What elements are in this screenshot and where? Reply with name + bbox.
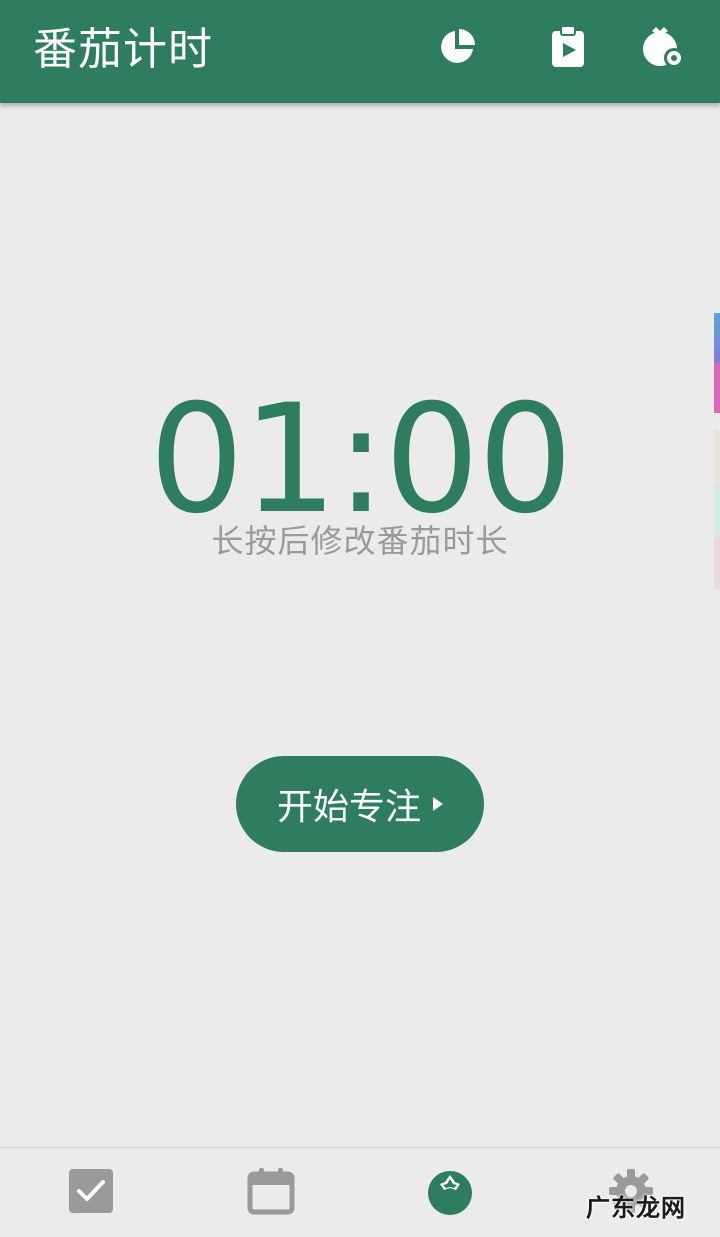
bottom-navigation: 广东龙网: [0, 1147, 720, 1237]
nav-todo[interactable]: [66, 1166, 116, 1216]
watermark: 广东龙网: [586, 1194, 686, 1222]
edge-color-tab[interactable]: [714, 313, 720, 363]
edge-color-tab[interactable]: [714, 363, 720, 413]
pie-chart-icon: [441, 29, 475, 63]
timer-settings-button[interactable]: [640, 22, 686, 72]
start-focus-label: 开始专注: [276, 787, 421, 828]
timer-hint: 长按后修改番茄时长: [211, 522, 509, 560]
start-focus-button[interactable]: 开始专注: [236, 756, 484, 852]
statistics-button[interactable]: [434, 22, 480, 72]
nav-calendar[interactable]: [246, 1166, 296, 1216]
app-bar: 番茄计时: [0, 0, 720, 103]
calendar-icon: [247, 1168, 295, 1215]
tomato-icon: [428, 1171, 472, 1215]
main-content: [0, 103, 720, 1147]
edge-color-tab[interactable]: [714, 485, 720, 537]
edge-color-tab[interactable]: [714, 537, 720, 589]
task-play-button[interactable]: [545, 22, 591, 72]
nav-tomato[interactable]: [425, 1166, 475, 1216]
clipboard-play-icon: [552, 25, 584, 67]
play-arrow-icon: [433, 797, 443, 811]
edge-color-tab[interactable]: [714, 430, 720, 485]
app-title: 番茄计时: [33, 24, 213, 75]
checkbox-icon: [69, 1169, 113, 1213]
timer-settings-icon: [643, 27, 684, 68]
